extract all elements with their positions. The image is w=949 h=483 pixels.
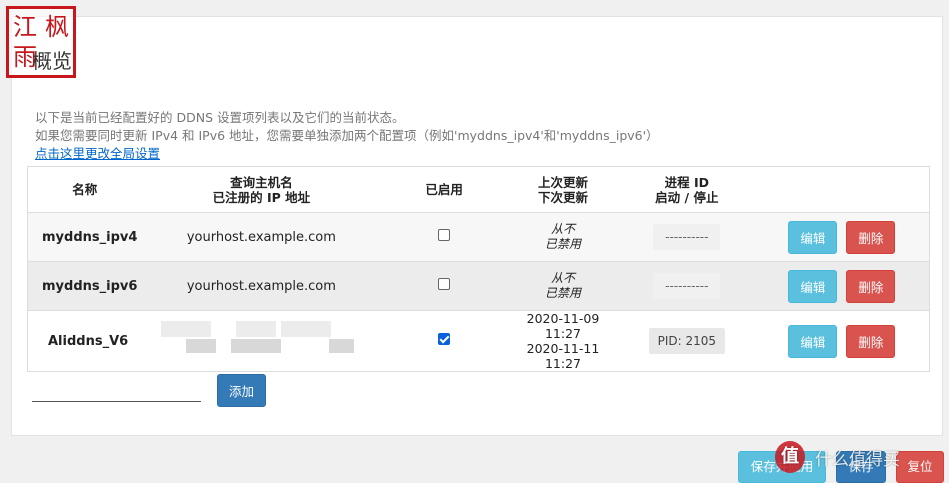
row-process: PID: 2105 <box>619 311 755 372</box>
table-row: myddns_ipv6 yourhost.example.com 从不 已禁用 … <box>27 261 930 311</box>
header-host-line2: 已注册的 IP 地址 <box>212 189 311 205</box>
header-process-line1: 进程 ID <box>664 174 709 190</box>
next-update: 2020-11-11 11:27 <box>526 341 600 371</box>
row-update: 2020-11-09 11:27 2020-11-11 11:27 <box>507 311 619 372</box>
table-row: Aliddns_V6 2020-11-09 11:27 2020-11-11 1… <box>27 310 930 372</box>
delete-button[interactable]: 删除 <box>846 324 896 358</box>
global-settings-link[interactable]: 点击这里更改全局设置 <box>35 143 160 162</box>
delete-button[interactable]: 删除 <box>846 220 896 254</box>
row-actions: 编辑 删除 <box>755 262 930 311</box>
enabled-checkbox[interactable] <box>438 278 451 290</box>
header-process-line2: 启动 / 停止 <box>655 189 719 205</box>
row-enabled <box>381 262 507 311</box>
edit-button[interactable]: 编辑 <box>788 220 838 254</box>
enabled-checkbox[interactable] <box>438 229 451 241</box>
row-host-redacted <box>141 311 381 372</box>
enabled-checkbox-checked[interactable] <box>438 333 451 345</box>
header-enabled: 已启用 <box>425 182 463 197</box>
add-button[interactable]: 添加 <box>217 374 267 407</box>
header-update: 上次更新 下次更新 <box>507 167 619 213</box>
redaction-block <box>236 321 277 337</box>
process-id[interactable]: ---------- <box>653 273 721 299</box>
redaction-block <box>186 339 217 353</box>
last-update: 从不 <box>550 222 575 236</box>
watermark-text: 什么值得买 <box>815 450 900 470</box>
edit-button[interactable]: 编辑 <box>788 269 838 303</box>
description-line-2: 如果您需要同时更新 IPv4 和 IPv6 地址，您需要单独添加两个配置项（例如… <box>35 128 659 143</box>
watermark-logo-icon: 值 <box>775 441 805 473</box>
header-host-line1: 查询主机名 <box>230 174 293 190</box>
process-id[interactable]: PID: 2105 <box>648 328 726 354</box>
row-name: myddns_ipv6 <box>42 278 138 294</box>
row-process: ---------- <box>619 213 755 262</box>
redaction-block <box>231 339 282 353</box>
last-update: 2020-11-09 11:27 <box>526 311 600 341</box>
row-enabled <box>381 311 507 372</box>
delete-button[interactable]: 删除 <box>846 269 896 303</box>
header-name: 名称 <box>72 182 98 197</box>
row-host: yourhost.example.com <box>186 229 336 245</box>
redaction-block <box>161 321 212 337</box>
stamp-char-1: 江 <box>13 13 37 41</box>
watermark: 值 什么值得买 <box>775 437 945 481</box>
ddns-table: 名称 查询主机名 已注册的 IP 地址 已启用 上次更新 下次更新 进程 ID … <box>27 166 930 372</box>
row-update: 从不 已禁用 <box>507 262 619 311</box>
last-update: 从不 <box>550 271 575 285</box>
row-process: ---------- <box>619 262 755 311</box>
process-id[interactable]: ---------- <box>653 224 721 250</box>
new-config-name-input[interactable] <box>32 400 201 402</box>
header-host: 查询主机名 已注册的 IP 地址 <box>141 167 381 213</box>
header-actions <box>755 167 930 213</box>
row-name: myddns_ipv4 <box>42 229 138 245</box>
next-update: 已禁用 <box>544 237 581 251</box>
redaction-block <box>329 339 355 353</box>
description-line-1: 以下是当前已经配置好的 DDNS 设置项列表以及它们的当前状态。 <box>35 110 405 125</box>
edit-button[interactable]: 编辑 <box>788 324 838 358</box>
header-process: 进程 ID 启动 / 停止 <box>619 167 755 213</box>
row-name: Aliddns_V6 <box>48 333 129 349</box>
next-update: 已禁用 <box>544 286 581 300</box>
stamp-char-2: 枫 <box>45 13 69 41</box>
row-host: yourhost.example.com <box>186 278 336 294</box>
table-row: myddns_ipv4 yourhost.example.com 从不 已禁用 … <box>27 212 930 262</box>
row-actions: 编辑 删除 <box>755 311 930 372</box>
row-actions: 编辑 删除 <box>755 213 930 262</box>
header-update-line2: 下次更新 <box>537 189 588 205</box>
table-header-row: 名称 查询主机名 已注册的 IP 地址 已启用 上次更新 下次更新 进程 ID … <box>27 166 930 213</box>
page-title: 概览 <box>32 49 72 73</box>
header-update-line1: 上次更新 <box>537 174 588 190</box>
redaction-block <box>281 321 332 337</box>
row-update: 从不 已禁用 <box>507 213 619 262</box>
row-enabled <box>381 213 507 262</box>
